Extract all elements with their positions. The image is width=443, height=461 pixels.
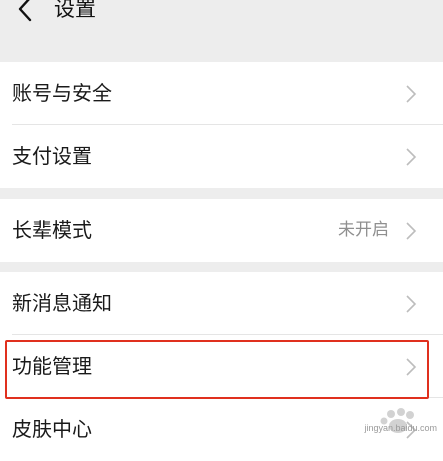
elder-mode-status: 未开启 [338, 220, 389, 240]
settings-item-elder-mode[interactable]: 长辈模式 未开启 [0, 199, 443, 262]
page-title: 设置 [54, 0, 96, 21]
header-bar: 设置 [0, 0, 443, 38]
settings-item-label: 皮肤中心 [12, 417, 92, 441]
settings-item-account-security[interactable]: 账号与安全 [0, 62, 443, 125]
watermark-text: jingyan.baidu.com [364, 423, 437, 433]
chevron-right-icon [406, 358, 417, 376]
settings-item-payment[interactable]: 支付设置 [0, 125, 443, 188]
chevron-right-icon [406, 85, 417, 103]
chevron-right-icon [406, 222, 417, 240]
settings-item-feature-management[interactable]: 功能管理 [0, 335, 443, 398]
settings-item-notifications[interactable]: 新消息通知 [0, 272, 443, 335]
chevron-right-icon [406, 295, 417, 313]
settings-item-label: 长辈模式 [12, 218, 92, 242]
settings-group-mode: 长辈模式 未开启 [0, 199, 443, 262]
settings-item-label: 功能管理 [12, 354, 92, 378]
chevron-right-icon [406, 148, 417, 166]
settings-item-label: 账号与安全 [12, 81, 112, 105]
settings-group-account: 账号与安全 支付设置 [0, 62, 443, 188]
chevron-left-icon[interactable] [14, 0, 36, 22]
settings-item-label: 新消息通知 [12, 291, 112, 315]
settings-item-label: 支付设置 [12, 144, 92, 168]
